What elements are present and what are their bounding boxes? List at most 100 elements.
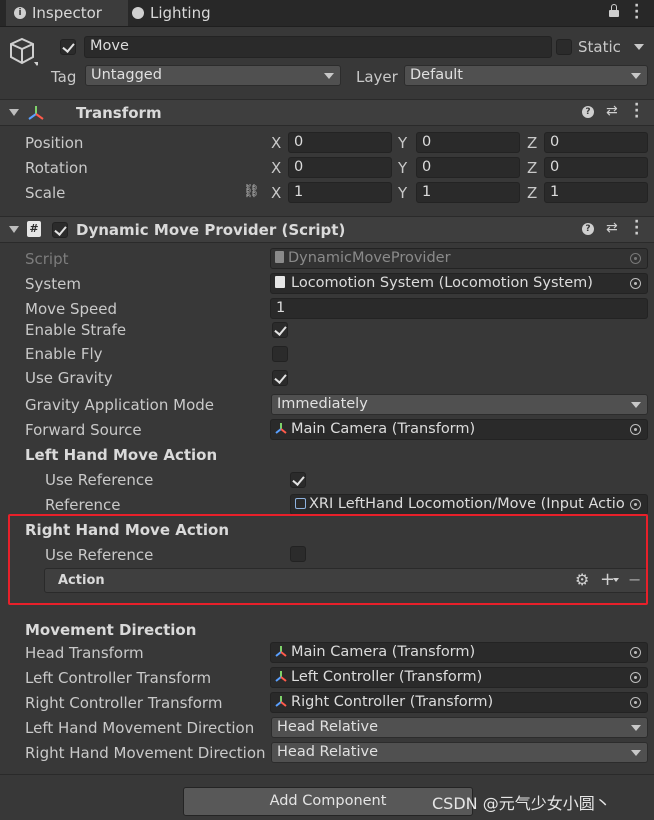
transform-header[interactable]: Transform ? ⇄ · · ·: [0, 98, 654, 126]
gravity-mode-value: Immediately: [277, 396, 368, 412]
use-gravity-label: Use Gravity: [25, 369, 113, 387]
left-hand-move-action-title: Left Hand Move Action: [25, 446, 218, 464]
add-component-button[interactable]: Add Component: [183, 787, 473, 816]
tab-inspector-label: Inspector: [32, 4, 102, 22]
scale-x-input[interactable]: 1: [288, 182, 392, 203]
axis-z-label: Z: [527, 184, 538, 202]
help-icon[interactable]: ?: [582, 223, 594, 235]
axis-y-label: Y: [398, 159, 408, 177]
left-hand-movement-direction-value: Head Relative: [277, 719, 378, 735]
left-use-reference-checkbox[interactable]: [290, 472, 306, 488]
move-speed-label: Move Speed: [25, 300, 118, 318]
help-icon[interactable]: ?: [582, 106, 594, 118]
foldout-icon[interactable]: [9, 226, 19, 233]
left-hand-movement-direction-dropdown[interactable]: Head Relative: [271, 717, 648, 738]
right-hand-movement-direction-dropdown[interactable]: Head Relative: [271, 742, 648, 763]
script-component-header[interactable]: # Dynamic Move Provider (Script) ? ⇄ · · ·: [0, 215, 654, 243]
static-checkbox[interactable]: [556, 39, 572, 55]
right-controller-transform-value: Right Controller (Transform): [291, 694, 494, 710]
right-controller-transform-label: Right Controller Transform: [25, 694, 223, 712]
layer-value: Default: [410, 67, 463, 83]
transform-title: Transform: [76, 104, 162, 122]
axis-z-label: Z: [527, 159, 538, 177]
lock-icon[interactable]: [609, 4, 619, 17]
script-field: DynamicMoveProvider: [270, 248, 648, 269]
forward-source-label: Forward Source: [25, 421, 142, 439]
movement-direction-title: Movement Direction: [25, 621, 197, 639]
script-label: Script: [25, 250, 69, 268]
head-transform-value: Main Camera (Transform): [291, 644, 476, 660]
layer-dropdown[interactable]: Default: [404, 65, 648, 86]
right-controller-transform-field[interactable]: Right Controller (Transform): [270, 692, 648, 713]
transform-icon: [27, 104, 45, 126]
divider: [0, 774, 654, 775]
presets-icon[interactable]: ⇄: [606, 220, 618, 236]
object-name-input[interactable]: Move: [84, 36, 552, 58]
forward-source-field[interactable]: Main Camera (Transform): [270, 419, 648, 440]
move-speed-input[interactable]: 1: [270, 298, 648, 319]
position-z-input[interactable]: 0: [544, 132, 648, 153]
position-label: Position: [25, 134, 84, 152]
left-reference-field[interactable]: XRI LeftHand Locomotion/Move (Input Acti…: [290, 494, 648, 515]
tag-value: Untagged: [91, 67, 162, 83]
static-dropdown-icon[interactable]: [634, 44, 644, 50]
object-picker-icon: [630, 253, 641, 264]
script-value: DynamicMoveProvider: [288, 250, 451, 266]
axis-y-label: Y: [398, 134, 408, 152]
tag-dropdown[interactable]: Untagged: [85, 65, 341, 86]
enable-fly-label: Enable Fly: [25, 345, 103, 363]
left-controller-transform-field[interactable]: Left Controller (Transform): [270, 667, 648, 688]
kebab-menu-icon[interactable]: · · ·: [634, 0, 639, 25]
right-hand-movement-direction-label: Right Hand Movement Direction: [25, 744, 266, 762]
constrain-proportions-icon[interactable]: ⛓: [243, 184, 260, 199]
scale-z-input[interactable]: 1: [544, 182, 648, 203]
transform-icon: [275, 694, 287, 707]
component-enabled-checkbox[interactable]: [52, 222, 68, 238]
object-picker-icon[interactable]: [630, 424, 641, 435]
axis-z-label: Z: [527, 134, 538, 152]
rotation-label: Rotation: [25, 159, 88, 177]
gameobject-icon: [8, 36, 40, 70]
chevron-down-icon: [324, 73, 334, 79]
system-field[interactable]: Locomotion System (Locomotion System): [270, 273, 648, 294]
enable-strafe-checkbox[interactable]: [272, 322, 288, 338]
lighting-icon: [132, 7, 144, 19]
left-reference-value: XRI LeftHand Locomotion/Move (Input Acti…: [309, 496, 625, 512]
object-picker-icon[interactable]: [630, 672, 641, 683]
system-value: Locomotion System (Locomotion System): [291, 275, 593, 291]
axis-y-label: Y: [398, 184, 408, 202]
component-icon: [275, 276, 285, 288]
tab-lighting[interactable]: Lighting: [124, 0, 219, 26]
layer-label: Layer: [356, 68, 398, 86]
kebab-menu-icon[interactable]: · · ·: [634, 215, 639, 241]
active-checkbox[interactable]: [60, 39, 76, 55]
use-gravity-checkbox[interactable]: [272, 370, 288, 386]
right-hand-movement-direction-value: Head Relative: [277, 744, 378, 760]
chevron-down-icon: [631, 750, 641, 756]
gravity-mode-dropdown[interactable]: Immediately: [271, 394, 648, 415]
rotation-x-input[interactable]: 0: [288, 157, 392, 178]
head-transform-label: Head Transform: [25, 644, 144, 662]
chevron-down-icon: [631, 725, 641, 731]
rotation-z-input[interactable]: 0: [544, 157, 648, 178]
rotation-y-input[interactable]: 0: [416, 157, 520, 178]
static-label: Static: [578, 38, 621, 56]
head-transform-field[interactable]: Main Camera (Transform): [270, 642, 648, 663]
foldout-icon[interactable]: [9, 109, 19, 116]
enable-fly-checkbox[interactable]: [272, 346, 288, 362]
object-picker-icon[interactable]: [630, 697, 641, 708]
left-use-reference-label: Use Reference: [45, 471, 154, 489]
position-x-input[interactable]: 0: [288, 132, 392, 153]
scale-y-input[interactable]: 1: [416, 182, 520, 203]
input-action-icon: [295, 498, 306, 509]
kebab-menu-icon[interactable]: · · ·: [634, 98, 639, 124]
object-picker-icon[interactable]: [630, 647, 641, 658]
object-picker-icon[interactable]: [630, 278, 641, 289]
transform-icon: [275, 421, 287, 434]
transform-icon: [275, 644, 287, 657]
presets-icon[interactable]: ⇄: [606, 103, 618, 119]
system-label: System: [25, 275, 81, 293]
object-picker-icon[interactable]: [630, 499, 641, 510]
position-y-input[interactable]: 0: [416, 132, 520, 153]
tab-inspector[interactable]: i Inspector: [6, 0, 128, 26]
